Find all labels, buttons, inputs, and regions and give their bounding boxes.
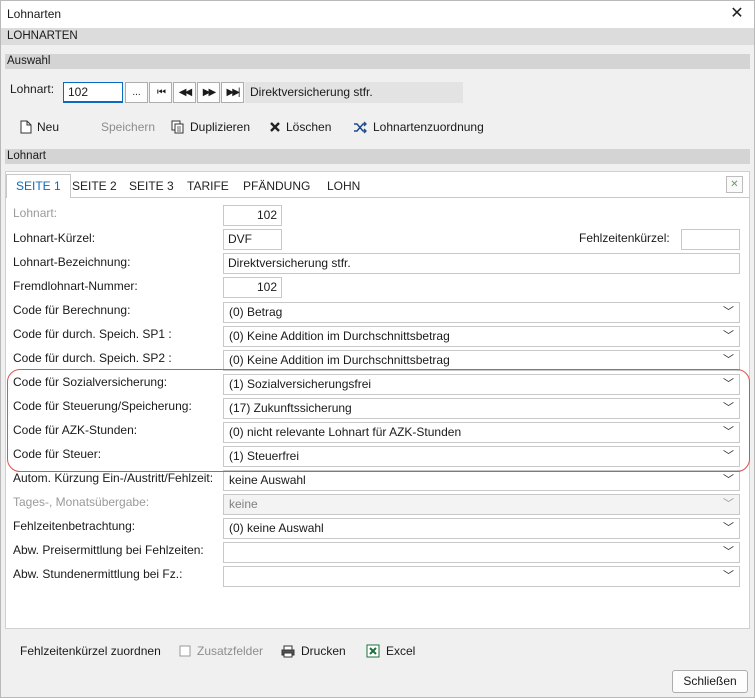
code-sp2-label: Code für durch. Speich. SP2 : xyxy=(13,351,172,365)
chevron-down-icon: ﹀ xyxy=(723,498,734,510)
chevron-down-icon: ﹀ xyxy=(723,522,734,534)
code-sp1-select[interactable]: (0) Keine Addition im Durchschnittsbetra… xyxy=(223,326,740,347)
fehlzeitenbetrachtung-select[interactable]: (0) keine Auswahl ﹀ xyxy=(223,518,740,539)
code-steuerung-select[interactable]: (17) Zukunftssicherung ﹀ xyxy=(223,398,740,419)
fehlzeitenkuerzel-field[interactable] xyxy=(681,229,740,250)
lohnarten-window: Lohnarten ✕ LOHNARTEN Auswahl Lohnart: 1… xyxy=(0,0,755,698)
lohnart-kuerzel-label: Lohnart-Kürzel: xyxy=(13,231,96,245)
drucken-button[interactable]: Drucken xyxy=(281,644,346,658)
lohnart-section-header: Lohnart xyxy=(5,149,750,164)
previous-record-icon[interactable]: ◀◀ xyxy=(173,82,196,103)
chevron-down-icon: ﹀ xyxy=(723,330,734,342)
excel-button[interactable]: Excel xyxy=(366,644,415,658)
window-title: Lohnarten xyxy=(7,7,62,21)
excel-icon xyxy=(366,644,380,658)
code-azk-select[interactable]: (0) nicht relevante Lohnart für AZK-Stun… xyxy=(223,422,740,443)
duplizieren-label: Duplizieren xyxy=(190,120,251,134)
printer-icon xyxy=(281,645,295,657)
chevron-down-icon: ﹀ xyxy=(723,306,734,318)
speichern-button[interactable]: Speichern xyxy=(101,119,155,135)
lookup-button[interactable]: ... xyxy=(125,82,148,103)
autom-kuerzung-select[interactable]: keine Auswahl ﹀ xyxy=(223,470,740,491)
neu-label: Neu xyxy=(37,120,60,134)
fehlzeitenkuerzel-label: Fehlzeitenkürzel: xyxy=(579,231,670,245)
tages-monatsuebergabe-label: Tages-, Monatsübergabe: xyxy=(13,495,150,509)
shuffle-icon xyxy=(354,121,367,133)
lohnart-description-display: Direktversicherung stfr. xyxy=(245,82,463,103)
lohnart-select-label: Lohnart: xyxy=(10,82,55,96)
speichern-label: Speichern xyxy=(101,120,156,134)
lohnartenzuordnung-label: Lohnartenzuordnung xyxy=(373,120,484,134)
autom-kuerzung-label: Autom. Kürzung Ein-/Austritt/Fehlzeit: xyxy=(13,471,214,485)
tab-lohn[interactable]: LOHN xyxy=(318,176,369,196)
lohnart-bezeichnung-label: Lohnart-Bezeichnung: xyxy=(13,255,131,269)
drucken-label: Drucken xyxy=(301,644,346,658)
new-document-icon xyxy=(20,120,32,134)
tages-monatsuebergabe-select: keine ﹀ xyxy=(223,494,740,515)
code-sozialversicherung-label: Code für Sozialversicherung: xyxy=(13,375,168,389)
tab-seite-1[interactable]: SEITE 1 xyxy=(6,174,71,198)
delete-x-icon xyxy=(270,122,280,132)
tab-divider xyxy=(5,197,750,198)
tab-seite-2[interactable]: SEITE 2 xyxy=(63,176,126,196)
code-steuer-select[interactable]: (1) Steuerfrei ﹀ xyxy=(223,446,740,467)
excel-label: Excel xyxy=(386,644,416,658)
last-record-icon[interactable]: ▶▶| xyxy=(221,82,244,103)
tab-pfaendung[interactable]: PFÄNDUNG xyxy=(234,176,319,196)
chevron-down-icon: ﹀ xyxy=(723,354,734,366)
lohnart-kuerzel-field[interactable]: DVF xyxy=(223,229,282,250)
code-steuer-label: Code für Steuer: xyxy=(13,447,102,461)
abw-stundenermittlung-select[interactable]: ﹀ xyxy=(223,566,740,587)
title-bar: Lohnarten ✕ xyxy=(1,1,754,28)
tab-close-icon[interactable]: ✕ xyxy=(726,176,743,193)
lohnart-select-input[interactable]: 102 xyxy=(63,82,123,103)
chevron-down-icon: ﹀ xyxy=(723,570,734,582)
tab-seite-3[interactable]: SEITE 3 xyxy=(120,176,183,196)
abw-preisermittlung-label: Abw. Preisermittlung bei Fehlzeiten: xyxy=(13,543,204,557)
code-sp1-label: Code für durch. Speich. SP1 : xyxy=(13,327,172,341)
duplizieren-button[interactable]: Duplizieren xyxy=(171,119,250,135)
code-sp2-select[interactable]: (0) Keine Addition im Durchschnittsbetra… xyxy=(223,350,740,371)
code-azk-label: Code für AZK-Stunden: xyxy=(13,423,138,437)
zusatzfelder-label: Zusatzfelder xyxy=(197,644,264,658)
loeschen-label: Löschen xyxy=(286,120,332,134)
code-sozialversicherung-select[interactable]: (1) Sozialversicherungsfrei ﹀ xyxy=(223,374,740,395)
abw-preisermittlung-select[interactable]: ﹀ xyxy=(223,542,740,563)
code-berechnung-select[interactable]: (0) Betrag ﹀ xyxy=(223,302,740,323)
fremdlohnart-nummer-field[interactable]: 102 xyxy=(223,277,282,298)
checkbox-icon xyxy=(179,645,191,657)
duplicate-icon xyxy=(171,120,184,134)
code-berechnung-label: Code für Berechnung: xyxy=(13,303,131,317)
lohnart-field[interactable]: 102 xyxy=(223,205,282,226)
neu-button[interactable]: Neu xyxy=(20,119,59,135)
lohnart-bezeichnung-field[interactable]: Direktversicherung stfr. xyxy=(223,253,740,274)
fehlzeitenkuerzel-zuordnen-button[interactable]: Fehlzeitenkürzel zuordnen xyxy=(20,644,161,658)
chevron-down-icon: ﹀ xyxy=(723,474,734,486)
fehlzeitenkuerzel-zuordnen-label: Fehlzeitenkürzel zuordnen xyxy=(20,644,161,658)
first-record-icon[interactable]: ⏮ xyxy=(149,82,172,103)
chevron-down-icon: ﹀ xyxy=(723,546,734,558)
chevron-down-icon: ﹀ xyxy=(723,426,734,438)
lohnartenzuordnung-button[interactable]: Lohnartenzuordnung xyxy=(353,119,484,135)
chevron-down-icon: ﹀ xyxy=(723,450,734,462)
zusatzfelder-button[interactable]: Zusatzfelder xyxy=(179,644,263,658)
lohnart-label: Lohnart: xyxy=(13,206,58,220)
tab-tarife[interactable]: TARIFE xyxy=(178,176,238,196)
schliessen-button[interactable]: Schließen xyxy=(672,670,748,693)
abw-stundenermittlung-label: Abw. Stundenermittlung bei Fz.: xyxy=(13,567,183,581)
chevron-down-icon: ﹀ xyxy=(723,402,734,414)
code-steuerung-label: Code für Steuerung/Speicherung: xyxy=(13,399,192,413)
chevron-down-icon: ﹀ xyxy=(723,378,734,390)
header-band: LOHNARTEN xyxy=(1,28,754,45)
fehlzeitenbetrachtung-label: Fehlzeitenbetrachtung: xyxy=(13,519,136,533)
auswahl-section-header: Auswahl xyxy=(5,54,750,69)
loeschen-button[interactable]: Löschen xyxy=(269,119,331,135)
next-record-icon[interactable]: ▶▶ xyxy=(197,82,220,103)
fremdlohnart-nummer-label: Fremdlohnart-Nummer: xyxy=(13,279,138,293)
close-icon[interactable]: ✕ xyxy=(728,4,746,24)
